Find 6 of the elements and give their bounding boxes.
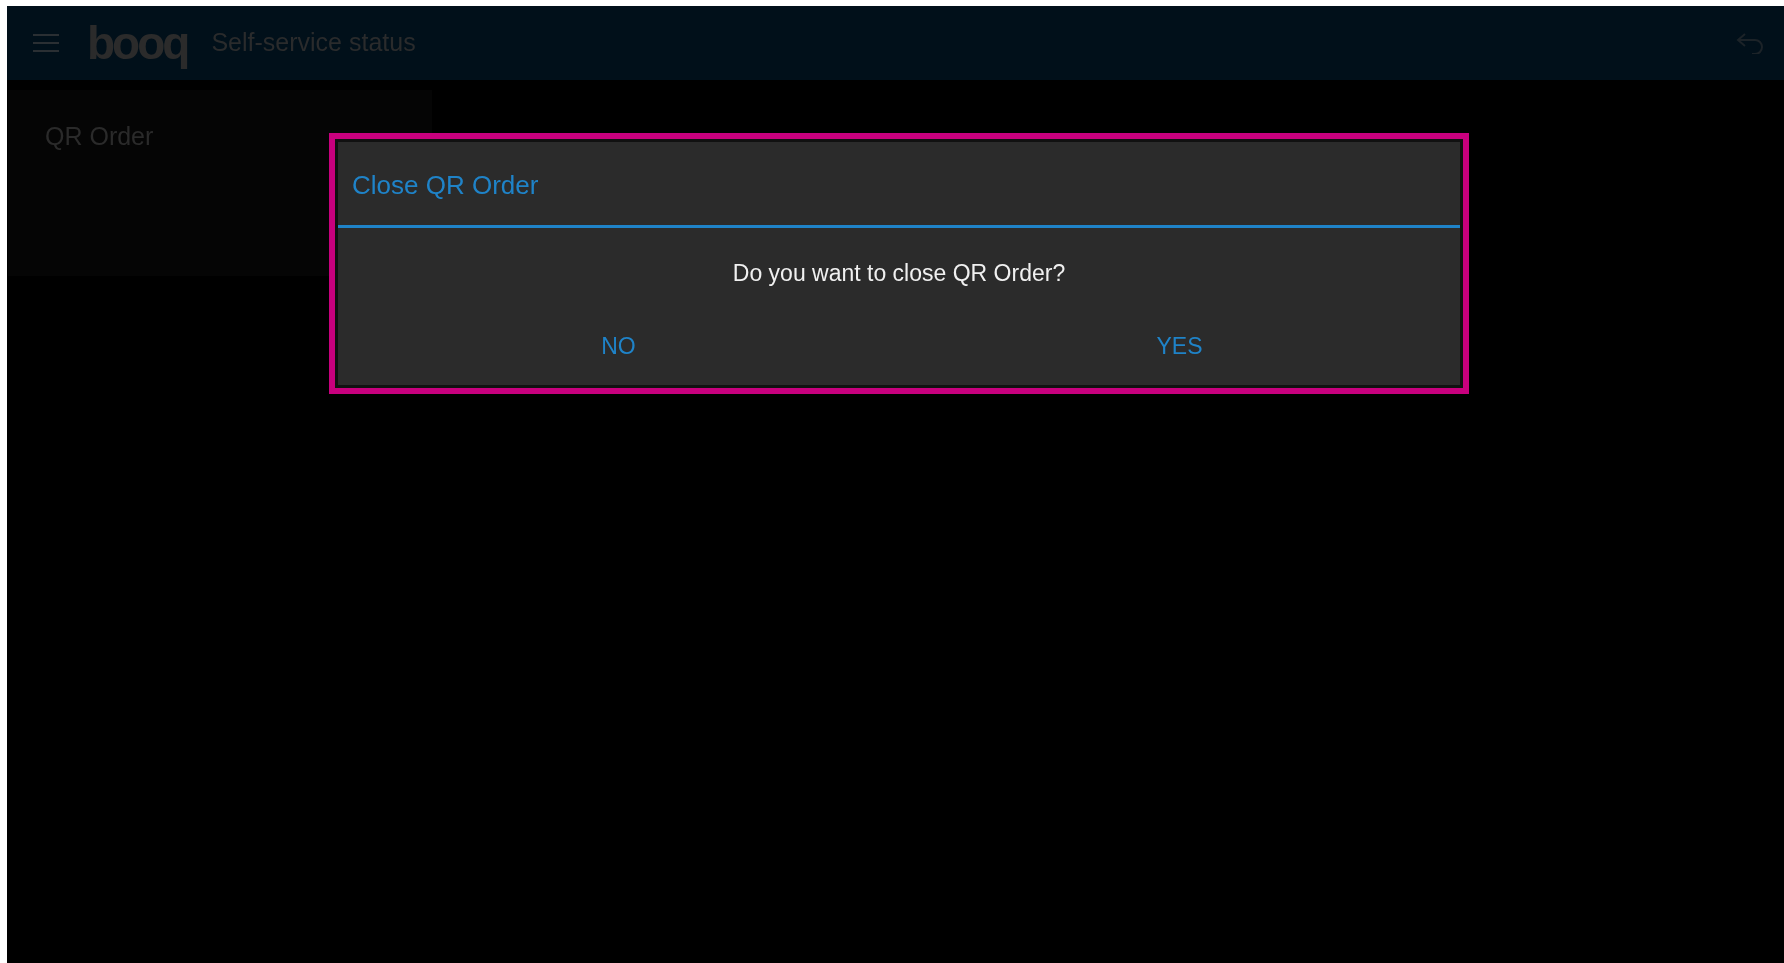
yes-button[interactable]: YES [1156, 320, 1203, 371]
back-icon[interactable] [1736, 32, 1764, 54]
menu-icon[interactable] [33, 34, 59, 52]
dialog-message: Do you want to close QR Order? [731, 259, 1067, 288]
no-button[interactable]: NO [601, 320, 636, 371]
dialog-title: Close QR Order [338, 142, 1460, 228]
